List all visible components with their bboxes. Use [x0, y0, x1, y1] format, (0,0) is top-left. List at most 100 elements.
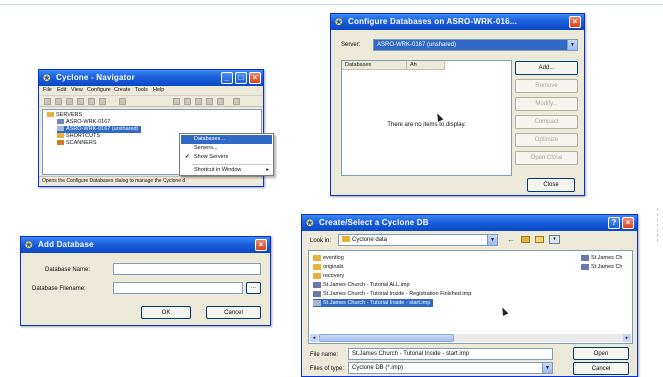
- chevron-down-icon[interactable]: ▼: [542, 363, 552, 373]
- file-item-imp[interactable]: St.James Church - Tutorial ALL.imp: [313, 281, 410, 289]
- open-button[interactable]: Open: [573, 347, 629, 360]
- scrollbar-thumb[interactable]: [319, 334, 454, 342]
- file-item-imp-selected[interactable]: St.James Church - Tutorial Inside - star…: [313, 299, 434, 307]
- folder-icon: [313, 254, 321, 261]
- maximize-icon[interactable]: □: [235, 72, 247, 84]
- up-folder-icon[interactable]: [521, 236, 530, 243]
- close-icon[interactable]: ×: [569, 16, 581, 28]
- lookin-combobox[interactable]: Cyclone data ▼: [338, 234, 498, 246]
- menu-help[interactable]: Help: [153, 87, 164, 94]
- menu-view[interactable]: View: [71, 87, 83, 94]
- view-menu-icon[interactable]: ▾: [549, 235, 560, 244]
- menu-create[interactable]: Create: [114, 87, 131, 94]
- close-icon[interactable]: ×: [249, 72, 261, 84]
- toolbar-delete-icon[interactable]: [99, 98, 106, 105]
- server-combobox[interactable]: ASRO-WRK-0167 (unshared) ▼: [373, 39, 578, 51]
- toolbar-details-icon[interactable]: [195, 98, 202, 105]
- remove-button[interactable]: Remove: [515, 79, 578, 93]
- server-icon: [57, 119, 64, 125]
- configure-title: Configure Databases on ASRO-WRK-016...: [348, 17, 518, 26]
- menu-configure[interactable]: Configure: [87, 87, 111, 94]
- mouse-cursor: [499, 306, 509, 316]
- tree-node-servers[interactable]: SERVERS: [47, 112, 82, 119]
- databases-listview[interactable]: Databases Ah There are no items to displ…: [341, 60, 512, 176]
- context-item-shortcut[interactable]: Shortcut in Window ▸: [181, 166, 272, 175]
- scroll-left-icon[interactable]: ◂: [310, 334, 318, 342]
- horizontal-scrollbar[interactable]: ◂ ▸: [310, 334, 631, 342]
- menu-file[interactable]: File: [43, 87, 52, 94]
- add-database-window: ✪ Add Database × Database Name: Database…: [20, 236, 271, 326]
- toolbar-grid-icon[interactable]: [173, 98, 180, 105]
- filetype-combobox[interactable]: Cyclone DB (*.imp) ▼: [348, 362, 553, 374]
- close-icon[interactable]: ×: [255, 239, 267, 251]
- toolbar-properties-icon[interactable]: [119, 98, 126, 105]
- modify-button[interactable]: Modify...: [515, 97, 578, 111]
- new-folder-icon[interactable]: [535, 236, 544, 243]
- cancel-button[interactable]: Cancel: [573, 362, 629, 375]
- create-select-db-window: ✪ Create/Select a Cyclone DB ? × Look in…: [301, 214, 638, 377]
- lookin-label: Look in:: [310, 238, 332, 244]
- context-item-databases[interactable]: Databases...: [181, 135, 272, 144]
- database-name-input[interactable]: [113, 263, 261, 275]
- file-item-folder[interactable]: originals: [313, 263, 343, 271]
- open-close-button[interactable]: Open Close: [515, 151, 578, 165]
- database-filename-label: Database Filename:: [32, 286, 86, 292]
- top-divider-line: [0, 4, 663, 5]
- column-ah[interactable]: Ah: [407, 61, 445, 70]
- tree-node-scanners[interactable]: SCANNERS: [57, 140, 97, 147]
- add-titlebar: ✪ Add Database ×: [21, 237, 270, 253]
- back-arrow-icon[interactable]: ←: [507, 235, 515, 244]
- checkmark-icon: ✔: [185, 154, 190, 160]
- file-list[interactable]: eventlog originals recovery St.James Chu…: [308, 250, 633, 344]
- toolbar-check-icon[interactable]: [206, 98, 213, 105]
- folder-icon: [47, 112, 54, 118]
- ok-button[interactable]: OK: [141, 306, 191, 319]
- context-item-servers[interactable]: Servers...: [181, 144, 272, 153]
- database-filename-input[interactable]: [113, 282, 243, 294]
- file-item-imp[interactable]: St.James Ch: [581, 254, 622, 262]
- toolbar-back-icon[interactable]: [44, 98, 51, 105]
- menu-tools[interactable]: Tools: [135, 87, 148, 94]
- browse-button[interactable]: ...: [246, 282, 261, 294]
- file-item-folder[interactable]: eventlog: [313, 254, 344, 262]
- context-separator: [192, 164, 271, 165]
- file-item-imp[interactable]: St.James Church - Tutorial Inside - Regi…: [313, 290, 471, 298]
- toolbar-cut-icon[interactable]: [66, 98, 73, 105]
- column-databases[interactable]: Databases: [342, 61, 407, 70]
- add-button[interactable]: Add...: [515, 61, 578, 75]
- database-file-icon: [313, 281, 321, 288]
- chevron-down-icon[interactable]: ▼: [567, 40, 577, 50]
- compact-button[interactable]: Compact: [515, 115, 578, 129]
- chevron-down-icon[interactable]: ▼: [487, 235, 497, 245]
- toolbar-copy-icon[interactable]: [77, 98, 84, 105]
- menu-edit[interactable]: Edit: [57, 87, 66, 94]
- file-item-imp[interactable]: St.James Ch: [581, 263, 622, 271]
- toolbar-forward-icon[interactable]: [55, 98, 62, 105]
- cyclone-app-icon: ✪: [306, 218, 314, 228]
- database-file-icon: [313, 290, 321, 297]
- filetype-label: Files of type:: [310, 366, 345, 372]
- toolbar-help-icon[interactable]: [233, 98, 240, 105]
- folder-icon: [57, 133, 64, 139]
- filename-input[interactable]: St.James Church - Tutorial Inside - star…: [348, 348, 553, 360]
- tree-node-server1[interactable]: ASRO-WRK-0167: [57, 119, 110, 126]
- optimize-button[interactable]: Optimize: [515, 133, 578, 147]
- scroll-right-icon[interactable]: ▸: [623, 334, 631, 342]
- close-icon[interactable]: ×: [622, 217, 634, 229]
- file-item-folder[interactable]: recovery: [313, 272, 344, 280]
- close-button[interactable]: Close: [527, 178, 575, 192]
- cyclone-app-icon: ✪: [25, 240, 33, 250]
- context-item-show-servers[interactable]: ✔ Show Servers: [181, 153, 272, 162]
- tree-node-shortcuts[interactable]: SHORTCUTS: [57, 133, 100, 140]
- toolbar-tools-icon[interactable]: [217, 98, 224, 105]
- cancel-button[interactable]: Cancel: [206, 306, 261, 319]
- database-name-label: Database Name:: [45, 267, 91, 273]
- tree-node-server2-selected[interactable]: ASRO-WRK-0167 (unshared): [57, 126, 142, 133]
- toolbar-paste-icon[interactable]: [88, 98, 95, 105]
- minimize-icon[interactable]: _: [221, 72, 233, 84]
- context-menu: Databases... Servers... ✔ Show Servers Sh…: [179, 133, 274, 176]
- database-file-icon: [581, 263, 589, 270]
- toolbar-list-icon[interactable]: [184, 98, 191, 105]
- help-icon[interactable]: ?: [608, 217, 620, 229]
- navigator-title: Cyclone - Navigator: [56, 73, 135, 82]
